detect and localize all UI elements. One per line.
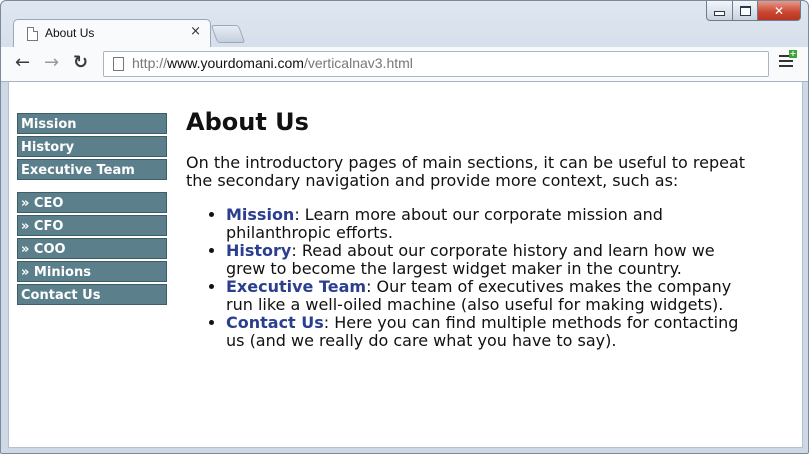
- update-badge-icon: +: [789, 49, 797, 58]
- sidebar-item-minions[interactable]: » Minions: [17, 261, 167, 282]
- link-contact-us[interactable]: Contact Us: [226, 313, 324, 332]
- list-item: History: Read about our corporate histor…: [226, 242, 746, 278]
- title-bar: ✕ About Us ×: [1, 1, 808, 48]
- sidebar-item-executive-team[interactable]: Executive Team: [17, 159, 167, 180]
- list-item-text: : Read about our corporate history and l…: [226, 241, 715, 278]
- sidebar-item-history[interactable]: History: [17, 136, 167, 157]
- address-bar[interactable]: http://www.yourdomani.com/verticalnav3.h…: [103, 51, 769, 77]
- link-mission[interactable]: Mission: [226, 205, 294, 224]
- page-icon: [27, 27, 38, 41]
- link-history[interactable]: History: [226, 241, 291, 260]
- maximize-button[interactable]: [733, 1, 758, 21]
- nav-divider: [17, 182, 167, 192]
- main-content: About Us On the introductory pages of ma…: [186, 108, 746, 350]
- back-arrow-icon[interactable]: ←: [15, 53, 30, 73]
- forward-arrow-icon[interactable]: →: [44, 53, 59, 73]
- window-controls: ✕: [706, 1, 801, 21]
- close-window-button[interactable]: ✕: [758, 1, 801, 21]
- list-item: Mission: Learn more about our corporate …: [226, 206, 746, 242]
- tab-about-us[interactable]: About Us ×: [13, 19, 211, 48]
- new-tab-button[interactable]: [210, 25, 246, 43]
- tab-title: About Us: [45, 26, 95, 40]
- url-prefix: http://: [132, 55, 168, 71]
- sidebar-item-mission[interactable]: Mission: [17, 113, 167, 134]
- intro-paragraph: On the introductory pages of main sectio…: [186, 153, 746, 190]
- page-viewport: Mission History Executive Team » CEO » C…: [8, 82, 803, 448]
- list-item: Contact Us: Here you can find multiple m…: [226, 314, 746, 350]
- minimize-icon: [714, 11, 725, 16]
- page-title: About Us: [186, 108, 309, 136]
- maximize-icon: [739, 5, 751, 16]
- tab-close-icon[interactable]: ×: [190, 24, 201, 39]
- sidebar-item-coo[interactable]: » COO: [17, 238, 167, 259]
- minimize-button[interactable]: [706, 1, 733, 21]
- list-item: Executive Team: Our team of executives m…: [226, 278, 746, 314]
- close-icon: ✕: [773, 3, 785, 18]
- url-text[interactable]: http://www.yourdomani.com/verticalnav3.h…: [132, 55, 413, 71]
- browser-window: ✕ About Us × ← → ↻ http://www.yourdomani…: [0, 0, 809, 454]
- sidebar-item-contact-us[interactable]: Contact Us: [17, 284, 167, 305]
- sidebar-item-ceo[interactable]: » CEO: [17, 192, 167, 213]
- link-executive-team[interactable]: Executive Team: [226, 277, 366, 296]
- menu-icon[interactable]: +: [779, 50, 797, 71]
- url-host: www.yourdomani.com: [167, 55, 304, 71]
- url-path: /verticalnav3.html: [303, 55, 413, 71]
- section-list: Mission: Learn more about our corporate …: [186, 206, 746, 350]
- browser-toolbar: ← → ↻ http://www.yourdomani.com/vertical…: [1, 47, 808, 82]
- reload-icon[interactable]: ↻: [73, 53, 88, 73]
- page-icon: [113, 57, 124, 71]
- sidebar-item-cfo[interactable]: » CFO: [17, 215, 167, 236]
- sidebar-nav: Mission History Executive Team » CEO » C…: [17, 113, 167, 307]
